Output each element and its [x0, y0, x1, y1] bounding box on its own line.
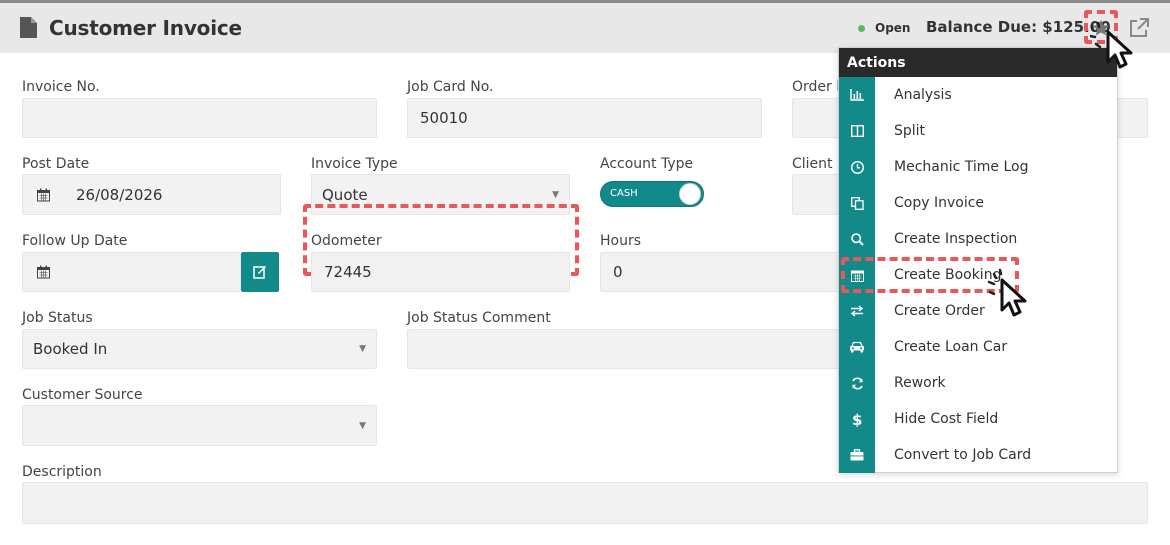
hours-field[interactable]: 0 — [600, 252, 842, 292]
exchange-icon — [848, 303, 866, 319]
balance-due: Balance Due: $125.00 — [926, 18, 1111, 36]
menu-item-create-inspection[interactable]: Create Inspection — [839, 221, 1117, 257]
car-icon — [848, 339, 866, 355]
status-dot-icon — [858, 25, 865, 32]
calendar-icon — [848, 267, 866, 283]
post-date-label: Post Date — [22, 156, 90, 172]
menu-item-convert-to-job-card[interactable]: Convert to Job Card — [839, 437, 1117, 473]
external-link-icon — [1130, 18, 1149, 37]
invoice-type-label: Invoice Type — [311, 156, 398, 172]
customer-source-label: Customer Source — [22, 387, 143, 403]
edit-icon — [253, 266, 266, 279]
calendar-icon — [37, 265, 50, 279]
invoice-no-field[interactable] — [22, 98, 377, 138]
open-external-button[interactable] — [1128, 17, 1150, 39]
search-icon — [848, 231, 866, 247]
job-status-label: Job Status — [22, 310, 93, 326]
account-type-label: Account Type — [600, 156, 694, 172]
refresh-icon — [848, 375, 866, 391]
client-field[interactable] — [792, 174, 842, 215]
post-date-field[interactable]: 26/08/2026 — [22, 174, 281, 215]
document-icon — [20, 17, 37, 38]
follow-up-date-label: Follow Up Date — [22, 233, 128, 249]
hours-label: Hours — [600, 233, 642, 249]
customer-source-select[interactable]: ▼ — [22, 405, 377, 446]
status-badge: Open — [875, 21, 911, 35]
menu-item-create-loan-car[interactable]: Create Loan Car — [839, 329, 1117, 365]
job-status-comment-label: Job Status Comment — [407, 310, 551, 326]
menu-item-mechanic-time-log[interactable]: Mechanic Time Log — [839, 149, 1117, 185]
menu-item-hide-cost-field[interactable]: $ Hide Cost Field — [839, 401, 1117, 437]
columns-icon — [848, 123, 866, 139]
toggle-knob — [679, 183, 701, 205]
job-status-comment-field[interactable] — [407, 329, 842, 369]
copy-icon — [848, 195, 866, 211]
actions-menu: Actions Analysis Split Mechanic Time Log… — [838, 47, 1118, 473]
odometer-label: Odometer — [311, 233, 382, 249]
actions-menu-title: Actions — [839, 48, 1117, 77]
invoice-type-select[interactable]: Quote ▼ — [311, 174, 570, 215]
dollar-icon: $ — [848, 411, 866, 427]
account-type-toggle[interactable]: CASH — [600, 181, 704, 207]
menu-item-split[interactable]: Split — [839, 113, 1117, 149]
menu-item-create-order[interactable]: Create Order — [839, 293, 1117, 329]
chevron-down-icon: ▼ — [359, 344, 366, 354]
bar-chart-icon — [848, 87, 866, 103]
page-header: Customer Invoice Open Balance Due: $125.… — [0, 3, 1170, 53]
invoice-no-label: Invoice No. — [22, 79, 100, 95]
job-status-select[interactable]: Booked In ▼ — [22, 329, 377, 369]
menu-item-analysis[interactable]: Analysis — [839, 77, 1117, 113]
page-title: Customer Invoice — [49, 16, 242, 40]
chevron-down-icon: ▼ — [552, 189, 559, 200]
clock-icon — [848, 159, 866, 175]
menu-item-copy-invoice[interactable]: Copy Invoice — [839, 185, 1117, 221]
calendar-icon — [37, 188, 50, 201]
chevron-down-icon: ▼ — [359, 420, 366, 431]
menu-item-create-booking[interactable]: Create Booking — [839, 257, 1117, 293]
odometer-field[interactable]: 72445 — [311, 252, 570, 292]
description-label: Description — [22, 464, 102, 480]
follow-up-date-field[interactable] — [22, 252, 241, 292]
menu-item-rework[interactable]: Rework — [839, 365, 1117, 401]
job-card-no-label: Job Card No. — [407, 79, 494, 95]
job-card-no-field[interactable]: 50010 — [407, 98, 762, 138]
briefcase-icon — [848, 447, 866, 463]
svg-text:$: $ — [852, 412, 862, 427]
edit-follow-up-button[interactable] — [241, 252, 279, 292]
actions-star-button[interactable] — [1088, 15, 1114, 41]
star-icon — [1092, 19, 1110, 36]
description-field[interactable] — [22, 482, 1148, 524]
